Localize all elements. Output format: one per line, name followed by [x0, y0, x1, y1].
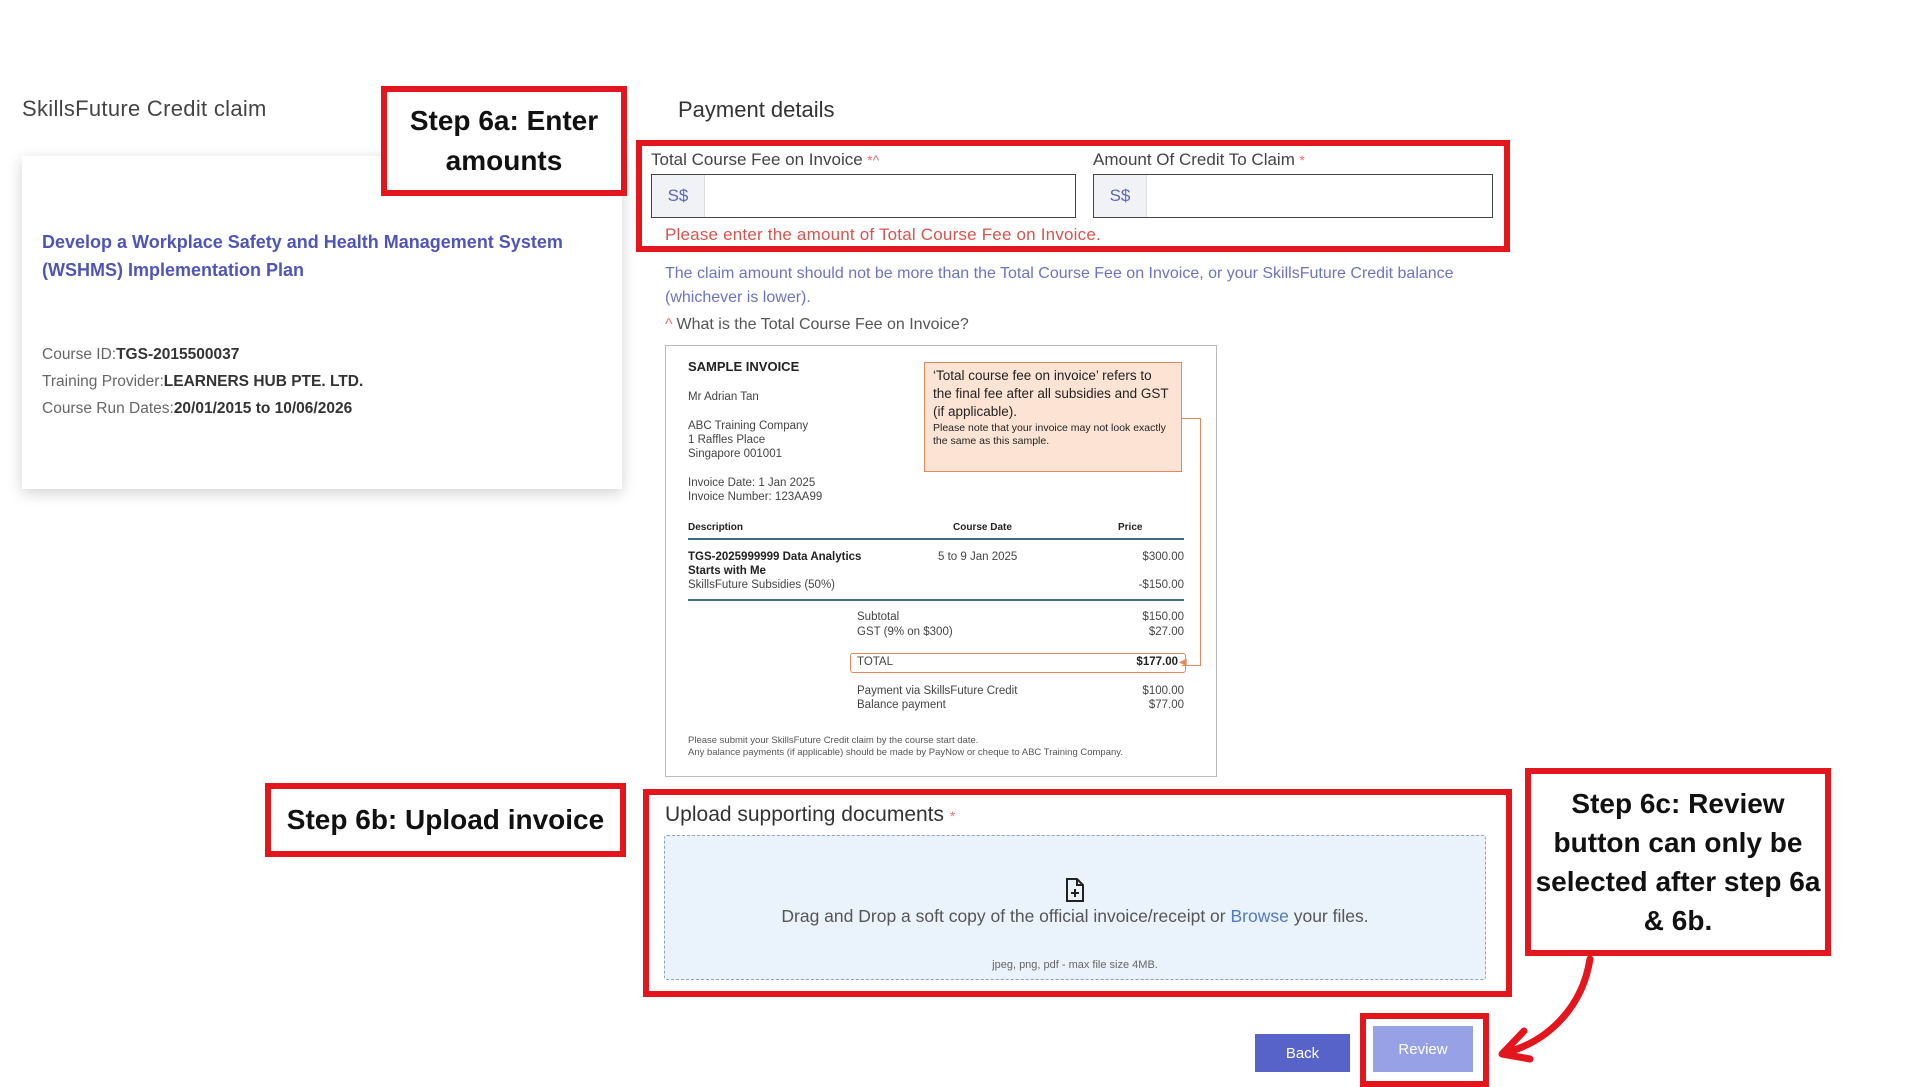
run-dates-row: Course Run Dates:20/01/2015 to 10/06/202… — [42, 400, 353, 417]
invoice-recipient: Mr Adrian Tan — [688, 391, 759, 403]
sample-invoice: SAMPLE INVOICE Mr Adrian Tan ABC Trainin… — [665, 345, 1217, 777]
subtotal-label: Subtotal — [857, 611, 900, 623]
back-button[interactable]: Back — [1255, 1034, 1350, 1072]
callout-step-6a: Step 6a: Enter amounts — [381, 86, 627, 196]
total-label: TOTAL — [857, 656, 893, 668]
item-title-2: Starts with Me — [688, 565, 766, 577]
invoice-rule-top — [688, 538, 1184, 540]
callout-step-6b: Step 6b: Upload invoice — [265, 783, 626, 857]
caret-icon: ^ — [665, 316, 673, 333]
curved-arrow-icon — [1498, 955, 1594, 1063]
col-price: Price — [1118, 522, 1143, 533]
gst-value: $27.00 — [1148, 626, 1184, 638]
item-title-1: TGS-2025999999 Data Analytics — [688, 551, 862, 563]
balance-value: $77.00 — [1148, 699, 1184, 711]
col-course-date: Course Date — [953, 522, 1012, 533]
item-price: $300.00 — [1142, 551, 1184, 563]
balance-label: Balance payment — [857, 699, 946, 711]
sfc-payment-value: $100.00 — [1142, 685, 1184, 697]
gst-label: GST (9% on $300) — [857, 626, 953, 638]
invoice-footer-1: Please submit your SkillsFuture Credit c… — [688, 735, 979, 746]
course-meta: Course ID:TGS-2015500037 Training Provid… — [42, 341, 363, 422]
invoice-footer-2: Any balance payments (if applicable) sho… — [688, 747, 1123, 758]
course-name-link[interactable]: Develop a Workplace Safety and Health Ma… — [42, 228, 602, 284]
course-id-value: TGS-2015500037 — [116, 346, 240, 363]
subsidy-value: -$150.00 — [1138, 579, 1184, 591]
provider-value: LEARNERS HUB PTE. LTD. — [163, 373, 364, 390]
claim-section-title: SkillsFuture Credit claim — [22, 96, 267, 121]
subsidy-label: SkillsFuture Subsidies (50%) — [688, 579, 836, 591]
provider-row: Training Provider:LEARNERS HUB PTE. LTD. — [42, 373, 364, 390]
invoice-address-2: Singapore 001001 — [688, 448, 782, 460]
callout-step-6c: Step 6c: Review button can only be selec… — [1525, 768, 1831, 956]
sfc-payment-label: Payment via SkillsFuture Credit — [857, 685, 1018, 697]
total-value: $177.00 — [1136, 656, 1178, 668]
invoice-number: Invoice Number: 123AA99 — [688, 491, 823, 503]
item-date: 5 to 9 Jan 2025 — [938, 551, 1018, 563]
invoice-heading: SAMPLE INVOICE — [688, 359, 800, 374]
invoice-note-callout: ‘Total course fee on invoice’ refers to … — [924, 362, 1182, 472]
invoice-rule-mid — [688, 599, 1184, 601]
invoice-fee-question[interactable]: ^ What is the Total Course Fee on Invoice… — [665, 316, 969, 334]
highlight-box-upload — [643, 789, 1512, 997]
run-dates-value: 20/01/2015 to 10/06/2026 — [173, 400, 353, 417]
invoice-date: Invoice Date: 1 Jan 2025 — [688, 477, 816, 489]
highlight-box-review — [1360, 1013, 1489, 1087]
invoice-company: ABC Training Company — [688, 420, 809, 432]
course-card: Develop a Workplace Safety and Health Ma… — [22, 156, 622, 489]
payment-details-title: Payment details — [678, 97, 835, 122]
invoice-address-1: 1 Raffles Place — [688, 434, 766, 446]
claim-hint-text: The claim amount should not be more than… — [665, 265, 1454, 306]
note-connector-line — [1182, 418, 1201, 666]
course-id-row: Course ID:TGS-2015500037 — [42, 346, 240, 363]
subtotal-value: $150.00 — [1142, 611, 1184, 623]
col-description: Description — [688, 522, 744, 533]
fee-error-message: Please enter the amount of Total Course … — [665, 225, 1101, 244]
